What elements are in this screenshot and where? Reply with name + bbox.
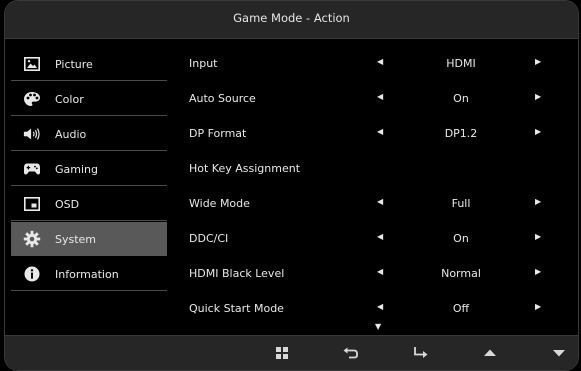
divider	[11, 290, 167, 291]
sidebar-item-label: System	[55, 232, 97, 246]
setting-value: Off	[452, 302, 470, 315]
right-arrow-icon[interactable]: ▶	[535, 127, 541, 136]
divider	[11, 115, 167, 116]
sidebar-item-system[interactable]: System	[11, 222, 167, 256]
sidebar-item-audio[interactable]: Audio	[11, 117, 167, 151]
sidebar-item-label: Information	[55, 267, 119, 281]
left-arrow-icon[interactable]: ◀	[377, 232, 383, 241]
down-icon[interactable]	[550, 346, 568, 360]
left-arrow-icon[interactable]: ◀	[377, 92, 383, 101]
setting-row-wide-mode[interactable]: Wide Mode ◀ Full ▶	[171, 187, 571, 221]
setting-label: DDC/CI	[189, 232, 229, 245]
setting-value: Normal	[441, 267, 481, 280]
setting-row-hot-key-assignment[interactable]: Hot Key Assignment	[171, 152, 571, 186]
enter-icon[interactable]	[412, 346, 430, 360]
setting-row-hdmi-black-level[interactable]: HDMI Black Level ◀ Normal ▶	[171, 257, 571, 291]
sidebar: Picture Color Audio Gaming OSD System In…	[11, 47, 167, 337]
sidebar-item-label: Gaming	[55, 162, 98, 176]
sidebar-item-picture[interactable]: Picture	[11, 47, 167, 81]
divider	[11, 80, 167, 81]
osd-window-icon	[23, 195, 41, 213]
setting-row-dp-format[interactable]: DP Format ◀ DP1.2 ▶	[171, 117, 571, 151]
setting-label: Input	[189, 57, 218, 70]
sidebar-item-label: Audio	[55, 127, 87, 141]
right-arrow-icon[interactable]: ▶	[535, 92, 541, 101]
setting-value: On	[453, 232, 469, 245]
left-arrow-icon[interactable]: ◀	[377, 197, 383, 206]
setting-label: Quick Start Mode	[189, 302, 284, 315]
setting-label: HDMI Black Level	[189, 267, 285, 280]
info-icon	[23, 265, 41, 283]
left-arrow-icon[interactable]: ◀	[377, 267, 383, 276]
setting-row-auto-source[interactable]: Auto Source ◀ On ▶	[171, 82, 571, 116]
speaker-icon	[23, 125, 41, 143]
setting-value: On	[453, 92, 469, 105]
sidebar-item-label: OSD	[55, 197, 80, 211]
setting-label: Hot Key Assignment	[189, 162, 301, 175]
sidebar-item-gaming[interactable]: Gaming	[11, 152, 167, 186]
up-icon[interactable]	[481, 346, 499, 360]
sidebar-item-label: Color	[55, 92, 84, 106]
sidebar-item-information[interactable]: Information	[11, 257, 167, 291]
setting-label: Auto Source	[189, 92, 256, 105]
sidebar-item-osd[interactable]: OSD	[11, 187, 167, 221]
back-icon[interactable]	[342, 346, 360, 360]
left-arrow-icon[interactable]: ◀	[377, 127, 383, 136]
menu-grid-icon[interactable]	[273, 346, 291, 360]
gear-icon	[23, 230, 41, 248]
picture-icon	[23, 55, 41, 73]
divider	[11, 150, 167, 151]
sidebar-item-label: Picture	[55, 57, 93, 71]
setting-label: Wide Mode	[189, 197, 250, 210]
setting-row-ddc-ci[interactable]: DDC/CI ◀ On ▶	[171, 222, 571, 256]
setting-value: DP1.2	[444, 127, 478, 140]
right-arrow-icon[interactable]: ▶	[535, 197, 541, 206]
scroll-down-icon[interactable]: ▼	[375, 322, 381, 331]
setting-value: HDMI	[446, 57, 476, 70]
divider	[11, 185, 167, 186]
osd-menu: Game Mode - Action Picture Color Audio G…	[4, 0, 579, 371]
right-arrow-icon[interactable]: ▶	[535, 232, 541, 241]
right-arrow-icon[interactable]: ▶	[535, 57, 541, 66]
osd-title: Game Mode - Action	[5, 1, 578, 39]
palette-icon	[23, 90, 41, 108]
right-arrow-icon[interactable]: ▶	[535, 302, 541, 311]
footer-bar	[5, 335, 578, 370]
setting-row-input[interactable]: Input ◀ HDMI ▶	[171, 47, 571, 81]
right-arrow-icon[interactable]: ▶	[535, 267, 541, 276]
setting-label: DP Format	[189, 127, 247, 140]
sidebar-item-color[interactable]: Color	[11, 82, 167, 116]
gamepad-icon	[23, 160, 41, 178]
left-arrow-icon[interactable]: ◀	[377, 57, 383, 66]
left-arrow-icon[interactable]: ◀	[377, 302, 383, 311]
divider	[11, 220, 167, 221]
settings-list: Input ◀ HDMI ▶ Auto Source ◀ On ▶ DP For…	[171, 47, 571, 337]
setting-row-quick-start-mode[interactable]: Quick Start Mode ◀ Off ▶	[171, 292, 571, 326]
setting-value: Full	[451, 197, 471, 210]
